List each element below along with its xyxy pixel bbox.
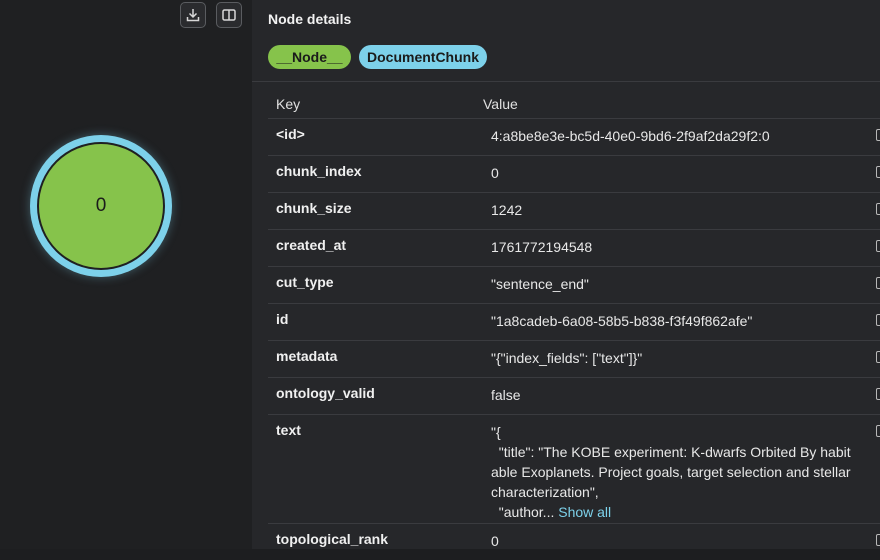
row-key: ontology_valid — [276, 385, 375, 401]
divider — [252, 81, 880, 82]
copy-icon[interactable] — [876, 534, 880, 546]
row-key: text — [276, 422, 301, 438]
show-all-link[interactable]: Show all — [558, 504, 611, 520]
download-icon — [186, 9, 200, 22]
row-key: created_at — [276, 237, 347, 253]
table-row: metadata "{"index_fields": ["text"]}" — [268, 340, 880, 377]
copy-icon[interactable] — [876, 351, 880, 363]
row-key: id — [276, 311, 289, 327]
table-row: ontology_valid false — [268, 377, 880, 414]
row-value: 0 — [491, 165, 499, 181]
copy-icon[interactable] — [876, 240, 880, 252]
panel-toggle-icon — [222, 9, 236, 21]
graph-node[interactable]: 0 — [30, 135, 172, 277]
copy-icon[interactable] — [876, 277, 880, 289]
row-value: "1a8cadeb-6a08-58b5-b838-f3f49f862afe" — [491, 313, 753, 329]
row-value: 0 — [491, 533, 499, 549]
row-key: topological_rank — [276, 531, 389, 547]
row-value: 1242 — [491, 202, 523, 218]
column-header-key: Key — [276, 96, 301, 112]
table-row: chunk_index 0 — [268, 155, 880, 192]
row-key: chunk_size — [276, 200, 352, 216]
table-row: text "{ "title": "The KOBE experiment: K… — [268, 414, 880, 523]
row-value: false — [491, 387, 521, 403]
copy-icon[interactable] — [876, 314, 880, 326]
download-button[interactable] — [180, 2, 206, 28]
text-value: "{ "title": "The KOBE experiment: K-dwar… — [491, 424, 851, 520]
table-row: created_at 1761772194548 — [268, 229, 880, 266]
copy-icon[interactable] — [876, 203, 880, 215]
row-key: <id> — [276, 126, 305, 142]
row-key: metadata — [276, 348, 338, 364]
table-row: chunk_size 1242 — [268, 192, 880, 229]
label-pill-node[interactable]: __Node__ — [268, 45, 351, 69]
row-value: 1761772194548 — [491, 239, 593, 255]
copy-icon[interactable] — [876, 388, 880, 400]
label-pill-documentchunk[interactable]: DocumentChunk — [359, 45, 487, 69]
copy-icon[interactable] — [876, 425, 880, 437]
graph-canvas[interactable]: 0 — [0, 0, 252, 549]
table-row: <id> 4:a8be8e3e-bc5d-40e0-9bd6-2f9af2da2… — [268, 118, 880, 155]
column-header-value: Value — [483, 96, 518, 112]
row-value: "{"index_fields": ["text"]}" — [491, 350, 643, 366]
panel-toggle-button[interactable] — [216, 2, 242, 28]
copy-icon[interactable] — [876, 129, 880, 141]
copy-icon[interactable] — [876, 166, 880, 178]
panel-title: Node details — [268, 11, 352, 27]
row-value: "sentence_end" — [491, 276, 589, 292]
row-key: cut_type — [276, 274, 334, 290]
row-value: 4:a8be8e3e-bc5d-40e0-9bd6-2f9af2da29f2:0 — [491, 128, 770, 144]
row-value: "{ "title": "The KOBE experiment: K-dwar… — [491, 422, 876, 522]
table-row: id "1a8cadeb-6a08-58b5-b838-f3f49f862afe… — [268, 303, 880, 340]
table-row: cut_type "sentence_end" — [268, 266, 880, 303]
table-row: topological_rank 0 — [268, 523, 880, 560]
node-details-panel: Node details __Node__ DocumentChunk Key … — [252, 0, 880, 549]
row-key: chunk_index — [276, 163, 362, 179]
graph-node-label: 0 — [39, 144, 163, 268]
